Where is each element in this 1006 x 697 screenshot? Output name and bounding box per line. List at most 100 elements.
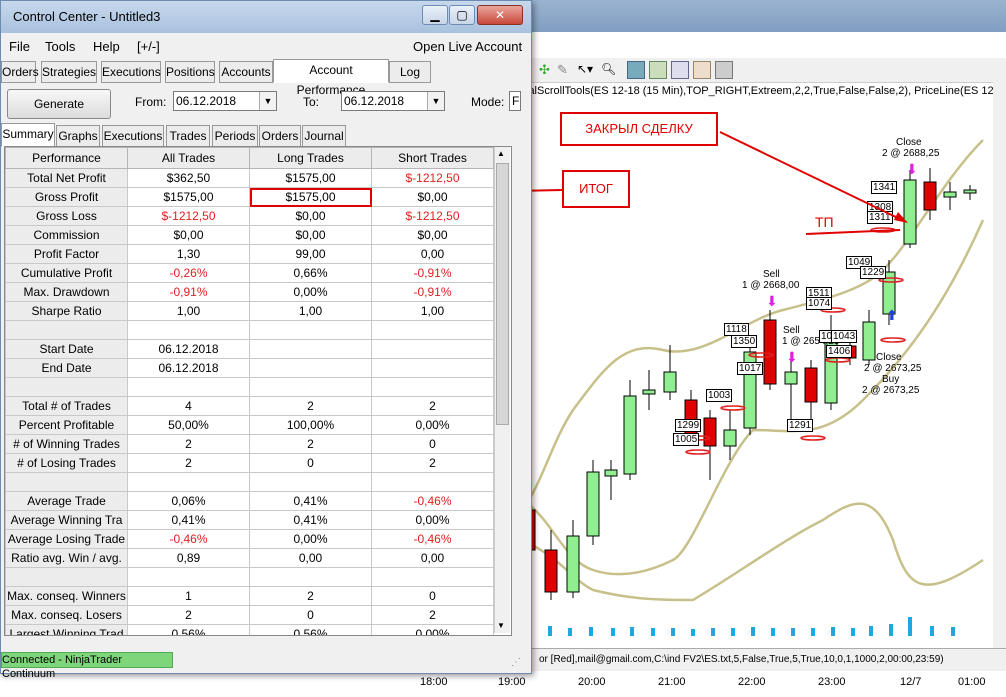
menu-file[interactable]: File (9, 39, 30, 54)
level-box: 1299 (675, 419, 702, 432)
candle (963, 189, 977, 194)
table-scrollbar[interactable]: ▲ ▼ (494, 147, 510, 633)
table-cell (127, 320, 250, 340)
mode-select[interactable]: F (509, 91, 521, 111)
chart-label-close-qty: 2 @ 2673,25 (864, 363, 922, 374)
table-row: Percent Profitable 50,00% 100,00% 0,00% (5, 415, 494, 435)
tab-strategies[interactable]: Strategies (41, 61, 97, 83)
menu-expand[interactable]: [+/-] (137, 39, 160, 54)
table-cell: -0,46% (371, 529, 494, 549)
column-header[interactable]: Short Trades (371, 147, 494, 169)
table-cell: 2 (127, 434, 250, 454)
table-cell: $0,00 (371, 187, 494, 207)
tab-journal[interactable]: Journal (302, 125, 346, 147)
tab-executions-sub[interactable]: Executions (102, 125, 164, 147)
menu-tools[interactable]: Tools (45, 39, 75, 54)
pointer-icon[interactable]: ↖▾ (577, 62, 593, 76)
table-cell: $0,00 (249, 225, 372, 245)
zoom-icon[interactable]: 🔍︎ (601, 62, 616, 76)
row-label (5, 472, 128, 492)
table-cell: 2 (249, 586, 372, 606)
table-cell: $-1212,50 (127, 206, 250, 226)
table-row: Max. conseq. Winners 1 2 0 (5, 586, 494, 606)
table-cell (249, 339, 372, 359)
tab-graphs[interactable]: Graphs (56, 125, 100, 147)
column-header[interactable]: Long Trades (249, 147, 372, 169)
table-cell: 2 (249, 434, 372, 454)
resize-grip-icon[interactable]: ⋰ (511, 657, 521, 668)
scroll-thumb[interactable] (496, 163, 509, 425)
table-cell: 1,00 (127, 301, 250, 321)
table-cell (371, 567, 494, 587)
chart-style-icon[interactable] (627, 61, 645, 79)
table-cell: 2 (371, 605, 494, 625)
chart-vertical-scrollbar[interactable] (993, 82, 1006, 648)
row-label: Profit Factor (5, 244, 128, 264)
pen-icon[interactable]: ✎ (557, 62, 568, 78)
table-row: Average Trade 0,06% 0,41% -0,46% (5, 491, 494, 511)
tab-orders-sub[interactable]: Orders (259, 125, 301, 147)
bars-icon[interactable] (649, 61, 667, 79)
level-box: 1350 (731, 335, 758, 348)
row-label: # of Winning Trades (5, 434, 128, 454)
level-box: 1043 (831, 330, 858, 343)
table-cell: -0,91% (371, 282, 494, 302)
level-box: 1074 (806, 297, 833, 310)
table-cell: -0,91% (127, 282, 250, 302)
indicators-icon[interactable] (671, 61, 689, 79)
open-live-account-link[interactable]: Open Live Account (413, 39, 522, 54)
chevron-down-icon[interactable]: ▼ (427, 92, 444, 110)
chevron-down-icon[interactable]: ▼ (259, 92, 276, 110)
table-cell (371, 472, 494, 492)
column-header[interactable]: All Trades (127, 147, 250, 169)
chart-label-sell: Sell (783, 325, 800, 336)
crosshair-icon[interactable]: ✣ (539, 62, 550, 78)
table-cell: 0,00 (371, 548, 494, 568)
sell-arrow-icon: ⬇ (766, 294, 778, 310)
tab-account-performance[interactable]: Account Performance (273, 59, 389, 97)
table-cell: 0,00% (371, 510, 494, 530)
tab-periods[interactable]: Periods (212, 125, 258, 147)
chart-toolbar: ✣ ✎ ↖▾ 🔍︎ (523, 58, 1006, 83)
candle (586, 471, 600, 537)
generate-button[interactable]: Generate (7, 89, 111, 119)
sub-tabs: Summary Graphs Executions Trades Periods… (1, 123, 521, 147)
performance-table: Performance All Trades Long Trades Short Tr… (5, 147, 494, 635)
tab-accounts[interactable]: Accounts (219, 61, 273, 83)
table-cell (249, 358, 372, 378)
tab-trades[interactable]: Trades (166, 125, 210, 147)
scroll-up-icon[interactable]: ▲ (497, 149, 505, 158)
table-row: Sharpe Ratio 1,00 1,00 1,00 (5, 301, 494, 321)
row-label: Max. conseq. Losers (5, 605, 128, 625)
column-header[interactable]: Performance (5, 147, 128, 169)
tab-positions[interactable]: Positions (165, 61, 215, 83)
table-row: # of Winning Trades 2 2 0 (5, 434, 494, 454)
chart-label-close: Close (876, 352, 902, 363)
table-header: Performance All Trades Long Trades Short Tr… (5, 147, 494, 169)
tab-orders[interactable]: Orders (1, 61, 39, 83)
strategies-icon[interactable] (693, 61, 711, 79)
properties-icon[interactable] (715, 61, 733, 79)
scroll-down-icon[interactable]: ▼ (497, 621, 505, 630)
chart-label-sell-qty: 1 @ 2668,00 (742, 280, 800, 291)
from-date-picker[interactable]: 06.12.2018 ▼ (173, 91, 277, 111)
table-cell (249, 567, 372, 587)
close-button[interactable]: ✕ (477, 5, 523, 25)
table-cell: 0,41% (127, 510, 250, 530)
to-date-picker[interactable]: 06.12.2018 ▼ (341, 91, 445, 111)
candle (566, 535, 580, 593)
table-body: Total Net Profit $362,50 $1575,00 $-1212,50… (5, 168, 494, 635)
tab-executions[interactable]: Executions (101, 61, 161, 83)
maximize-button[interactable]: ▢ (449, 5, 475, 25)
minimize-button[interactable]: ▁ (422, 5, 448, 25)
tab-log[interactable]: Log (389, 61, 431, 83)
menu-help[interactable]: Help (93, 39, 120, 54)
sell-arrow-icon: ⬇ (786, 350, 798, 366)
tab-summary[interactable]: Summary (1, 123, 55, 147)
chart-footer: or [Red],mail@gmail.com,C:\ind FV2\ES.tx… (523, 648, 1006, 671)
time-label: 22:00 (738, 676, 766, 688)
row-label: Total Net Profit (5, 168, 128, 188)
candle (642, 389, 656, 395)
title-bar[interactable]: Control Center - Untitled3 ▁ ▢ ✕ (1, 1, 531, 33)
table-row: Average Winning Tra 0,41% 0,41% 0,00% (5, 510, 494, 530)
